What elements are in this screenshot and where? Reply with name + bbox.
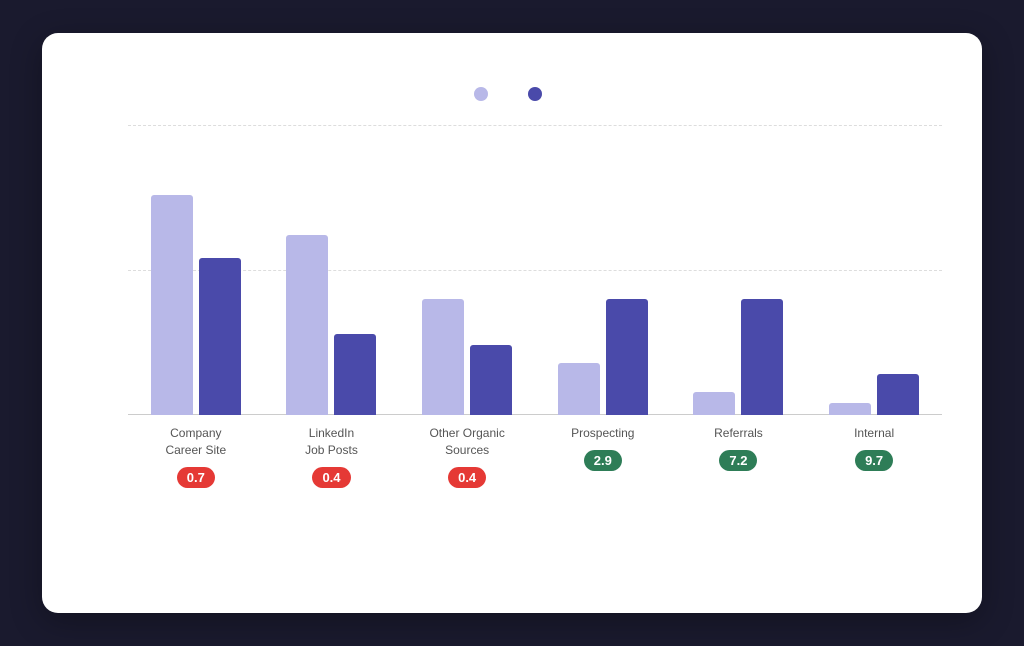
ratio-badge: 0.4 <box>448 467 486 488</box>
hire-bar <box>470 345 512 415</box>
bar-label: LinkedInJob Posts <box>305 425 358 459</box>
ratio-badge: 2.9 <box>584 450 622 471</box>
ratio-badge: 7.2 <box>719 450 757 471</box>
hire-bar <box>334 334 376 415</box>
below-group: Internal 9.7 <box>824 415 924 488</box>
bar-group <box>829 374 919 415</box>
bar-group <box>422 299 512 415</box>
legend-hires <box>528 87 550 101</box>
below-group: Referrals 7.2 <box>688 415 788 488</box>
candidate-bar <box>422 299 464 415</box>
candidates-dot <box>474 87 488 101</box>
bar-group <box>558 299 648 415</box>
chart-legend <box>82 87 942 101</box>
bars-container <box>128 125 942 415</box>
bar-label: Referrals <box>714 425 763 442</box>
bar-group <box>693 299 783 415</box>
hires-dot <box>528 87 542 101</box>
bar-label: Internal <box>854 425 894 442</box>
ratio-badge: 0.4 <box>312 467 350 488</box>
hire-bar <box>877 374 919 415</box>
legend-candidates <box>474 87 496 101</box>
candidate-bar <box>151 195 193 415</box>
bar-group <box>151 195 241 415</box>
below-group: Prospecting 2.9 <box>553 415 653 488</box>
below-group: LinkedInJob Posts 0.4 <box>281 415 381 488</box>
below-group: CompanyCareer Site 0.7 <box>146 415 246 488</box>
ratio-badge: 9.7 <box>855 450 893 471</box>
chart-card: CompanyCareer Site 0.7 LinkedInJob Posts 0.… <box>42 33 982 613</box>
below-group: Other OrganicSources 0.4 <box>417 415 517 488</box>
candidate-bar <box>558 363 600 415</box>
candidate-bar <box>286 235 328 415</box>
hire-bar <box>741 299 783 415</box>
bar-label: Prospecting <box>571 425 634 442</box>
bar-group <box>286 235 376 415</box>
ratio-badge: 0.7 <box>177 467 215 488</box>
hire-bar <box>199 258 241 415</box>
candidate-bar <box>829 403 871 415</box>
hire-bar <box>606 299 648 415</box>
bar-label: Other OrganicSources <box>429 425 504 459</box>
bar-label: CompanyCareer Site <box>165 425 226 459</box>
candidate-bar <box>693 392 735 415</box>
